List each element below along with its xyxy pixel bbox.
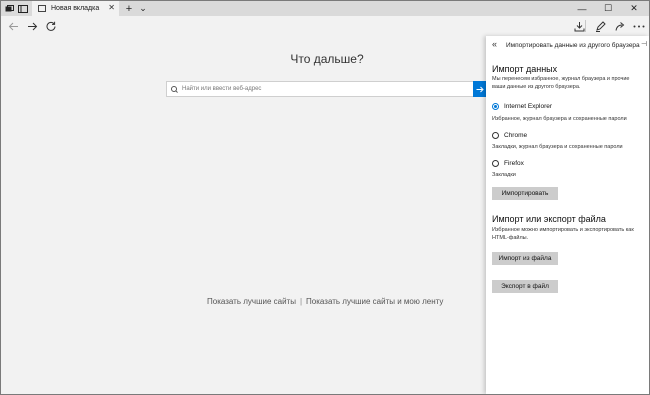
minimize-button[interactable]: — [569,1,595,16]
tab-preview-icon[interactable] [3,1,15,16]
browser-name: Chrome [504,132,528,139]
pin-icon[interactable]: ⊣ [641,40,647,48]
pen-icon [595,20,606,32]
import-from-file-button[interactable]: Импорт из файла [492,252,558,265]
top-sites-link[interactable]: Показать лучшие сайты [207,297,296,306]
radio-selected-icon [492,103,499,110]
import-panel: « Импортировать данные из другого браузе… [486,36,649,394]
tab-strip: Новая вкладка ✕ + ⌄ — ☐ ✕ [1,1,649,16]
share-icon [615,21,624,31]
chevron-down-icon[interactable]: ⌄ [137,1,149,16]
download-icon [574,21,584,31]
browser-name: Firefox [504,160,524,167]
browser-description: Избранное, журнал браузера и сохраненные… [492,116,627,122]
go-button[interactable] [473,81,486,97]
back-icon[interactable]: « [492,39,497,49]
arrow-right-icon [27,22,37,30]
downloads-button[interactable] [569,16,589,36]
radio-unselected-icon [492,160,499,167]
close-window-button[interactable]: ✕ [621,1,647,16]
browser-description: Закладки [492,172,516,178]
arrow-left-icon [8,22,18,30]
import-button[interactable]: Импортировать [492,187,558,200]
file-heading: Импорт или экспорт файла [492,214,606,224]
search-input[interactable]: Найти или ввести веб-адрес [166,81,474,97]
feed-options: Показать лучшие сайты | Показать лучшие са… [207,297,443,306]
tab-new-tab[interactable]: Новая вкладка ✕ [32,1,119,16]
share-button[interactable] [610,16,630,36]
ellipsis-icon [633,25,645,27]
browser-name: Internet Explorer [504,103,553,110]
search-placeholder: Найти или ввести веб-адрес [182,86,262,92]
tab-title: Новая вкладка [51,5,100,12]
import-description: Мы перенесем избранное, журнал браузера … [492,76,630,90]
web-note-button[interactable] [590,16,610,36]
radio-firefox[interactable]: Firefox [492,160,524,167]
refresh-icon [46,21,56,31]
set-tabs-aside-icon[interactable] [16,1,29,16]
new-tab-button[interactable]: + [123,1,135,16]
panel-header: « Импортировать данные из другого браузе… [486,36,649,56]
maximize-button[interactable]: ☐ [595,1,621,16]
file-description: Избранное можно импортировать и экспорти… [492,227,634,241]
more-button[interactable] [629,16,649,36]
export-to-file-button[interactable]: Экспорт в файл [492,280,558,293]
radio-internet-explorer[interactable]: Internet Explorer [492,103,552,110]
arrow-right-icon [476,86,484,92]
back-button[interactable] [3,16,23,36]
page-heading: Что дальше? [290,52,364,66]
top-sites-feed-link[interactable]: Показать лучшие сайты и мою ленту [306,297,443,306]
panel-title: Импортировать данные из другого браузера [506,42,640,49]
tab-favicon-icon [38,5,46,12]
search-icon [171,85,178,93]
radio-unselected-icon [492,132,499,139]
radio-chrome[interactable]: Chrome [492,132,527,139]
link-separator: | [299,297,303,306]
toolbar [1,16,649,36]
browser-description: Закладки, журнал браузера и сохраненные … [492,144,623,150]
forward-button[interactable] [22,16,42,36]
import-heading: Импорт данных [492,64,558,74]
close-tab-icon[interactable]: ✕ [108,3,115,12]
refresh-button[interactable] [41,16,61,36]
browser-window: Новая вкладка ✕ + ⌄ — ☐ ✕ Что дальше? На… [0,0,650,395]
